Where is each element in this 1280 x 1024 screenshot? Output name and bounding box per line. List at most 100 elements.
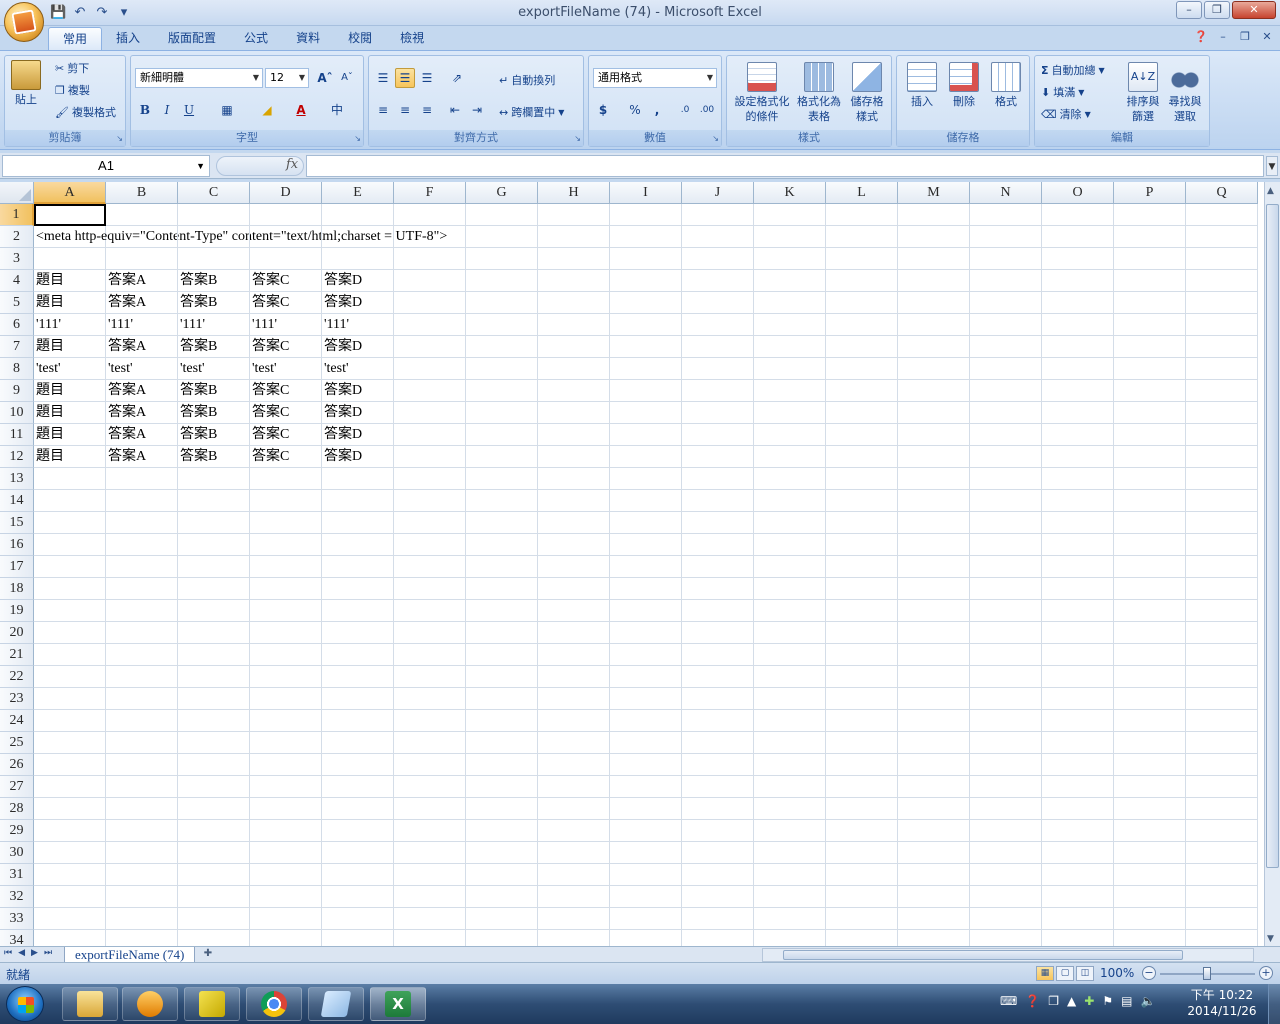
cell-M1[interactable] bbox=[898, 204, 970, 226]
cell-J7[interactable] bbox=[682, 336, 754, 358]
prev-sheet-icon[interactable]: ◀ bbox=[18, 948, 25, 958]
cell-F4[interactable] bbox=[394, 270, 466, 292]
cell-M19[interactable] bbox=[898, 600, 970, 622]
cell-L8[interactable] bbox=[826, 358, 898, 380]
row-header[interactable]: 23 bbox=[0, 688, 34, 710]
row-header[interactable]: 14 bbox=[0, 490, 34, 512]
expand-formula-bar-button[interactable]: ▼ bbox=[1266, 156, 1278, 176]
cell-E26[interactable] bbox=[322, 754, 394, 776]
cell-N29[interactable] bbox=[970, 820, 1042, 842]
cell-C25[interactable] bbox=[178, 732, 250, 754]
cell-L21[interactable] bbox=[826, 644, 898, 666]
format-painter-button[interactable]: 🖌 複製格式 bbox=[55, 104, 116, 120]
cell-J33[interactable] bbox=[682, 908, 754, 930]
cell-G19[interactable] bbox=[466, 600, 538, 622]
currency-button[interactable]: $ bbox=[593, 100, 613, 120]
volume-icon[interactable]: 🔈 bbox=[1140, 994, 1155, 1008]
cell-A24[interactable] bbox=[34, 710, 106, 732]
cell-O32[interactable] bbox=[1042, 886, 1114, 908]
first-sheet-icon[interactable]: ⏮ bbox=[4, 948, 12, 958]
cell-M24[interactable] bbox=[898, 710, 970, 732]
cell-B16[interactable] bbox=[106, 534, 178, 556]
cell-L30[interactable] bbox=[826, 842, 898, 864]
cell-E9[interactable]: 答案D bbox=[322, 380, 394, 402]
cell-G28[interactable] bbox=[466, 798, 538, 820]
cell-N12[interactable] bbox=[970, 446, 1042, 468]
cell-D1[interactable] bbox=[250, 204, 322, 226]
cell-K24[interactable] bbox=[754, 710, 826, 732]
cell-Q28[interactable] bbox=[1186, 798, 1258, 820]
increase-decimal-button[interactable]: .0 bbox=[675, 100, 695, 120]
cell-J32[interactable] bbox=[682, 886, 754, 908]
cell-P19[interactable] bbox=[1114, 600, 1186, 622]
cell-E7[interactable]: 答案D bbox=[322, 336, 394, 358]
cell-F11[interactable] bbox=[394, 424, 466, 446]
grow-font-button[interactable]: Aˆ bbox=[315, 68, 335, 88]
cell-O3[interactable] bbox=[1042, 248, 1114, 270]
row-header[interactable]: 5 bbox=[0, 292, 34, 314]
cell-O29[interactable] bbox=[1042, 820, 1114, 842]
cell-D33[interactable] bbox=[250, 908, 322, 930]
row-header[interactable]: 15 bbox=[0, 512, 34, 534]
cell-G3[interactable] bbox=[466, 248, 538, 270]
cell-N13[interactable] bbox=[970, 468, 1042, 490]
cell-E6[interactable]: '111' bbox=[322, 314, 394, 336]
cell-I33[interactable] bbox=[610, 908, 682, 930]
cell-E24[interactable] bbox=[322, 710, 394, 732]
cell-D7[interactable]: 答案C bbox=[250, 336, 322, 358]
cell-P11[interactable] bbox=[1114, 424, 1186, 446]
cell-L3[interactable] bbox=[826, 248, 898, 270]
conditional-format-button[interactable]: 設定格式化 的條件 bbox=[731, 62, 793, 124]
row-header[interactable]: 10 bbox=[0, 402, 34, 424]
delete-cells-button[interactable]: 刪除 bbox=[945, 62, 983, 109]
cell-A9[interactable]: 題目 bbox=[34, 380, 106, 402]
cell-F18[interactable] bbox=[394, 578, 466, 600]
cell-M20[interactable] bbox=[898, 622, 970, 644]
cell-I1[interactable] bbox=[610, 204, 682, 226]
cell-M23[interactable] bbox=[898, 688, 970, 710]
cell-J27[interactable] bbox=[682, 776, 754, 798]
cell-G5[interactable] bbox=[466, 292, 538, 314]
cell-Q6[interactable] bbox=[1186, 314, 1258, 336]
cell-O10[interactable] bbox=[1042, 402, 1114, 424]
cell-Q15[interactable] bbox=[1186, 512, 1258, 534]
row-header[interactable]: 26 bbox=[0, 754, 34, 776]
font-name-combo[interactable]: 新細明體 ▼ bbox=[135, 68, 263, 88]
cell-O26[interactable] bbox=[1042, 754, 1114, 776]
cell-I8[interactable] bbox=[610, 358, 682, 380]
cell-A33[interactable] bbox=[34, 908, 106, 930]
cell-P34[interactable] bbox=[1114, 930, 1186, 946]
cell-G8[interactable] bbox=[466, 358, 538, 380]
alignment-launcher-icon[interactable]: ↘ bbox=[574, 134, 581, 143]
merge-center-button[interactable]: ↔ 跨欄置中 ▼ bbox=[499, 104, 564, 120]
comma-button[interactable]: , bbox=[647, 100, 667, 120]
cell-E25[interactable] bbox=[322, 732, 394, 754]
align-bottom-button[interactable]: ☰ bbox=[417, 68, 437, 88]
cell-G2[interactable] bbox=[466, 226, 538, 248]
cell-K17[interactable] bbox=[754, 556, 826, 578]
cell-I17[interactable] bbox=[610, 556, 682, 578]
cell-B33[interactable] bbox=[106, 908, 178, 930]
clipboard-launcher-icon[interactable]: ↘ bbox=[116, 134, 123, 143]
cell-H28[interactable] bbox=[538, 798, 610, 820]
cell-F28[interactable] bbox=[394, 798, 466, 820]
name-box[interactable]: A1 ▼ bbox=[2, 155, 210, 177]
cell-E21[interactable] bbox=[322, 644, 394, 666]
cell-K15[interactable] bbox=[754, 512, 826, 534]
insert-cells-button[interactable]: 插入 bbox=[903, 62, 941, 109]
zoom-slider-thumb[interactable] bbox=[1203, 967, 1211, 980]
cell-H4[interactable] bbox=[538, 270, 610, 292]
cell-K8[interactable] bbox=[754, 358, 826, 380]
cell-H30[interactable] bbox=[538, 842, 610, 864]
tab-home[interactable]: 常用 bbox=[48, 27, 103, 51]
cell-H6[interactable] bbox=[538, 314, 610, 336]
cell-C17[interactable] bbox=[178, 556, 250, 578]
cell-F2[interactable] bbox=[394, 226, 466, 248]
cell-O4[interactable] bbox=[1042, 270, 1114, 292]
cell-N27[interactable] bbox=[970, 776, 1042, 798]
cell-O17[interactable] bbox=[1042, 556, 1114, 578]
cell-L4[interactable] bbox=[826, 270, 898, 292]
cell-E31[interactable] bbox=[322, 864, 394, 886]
cell-E13[interactable] bbox=[322, 468, 394, 490]
cell-L12[interactable] bbox=[826, 446, 898, 468]
